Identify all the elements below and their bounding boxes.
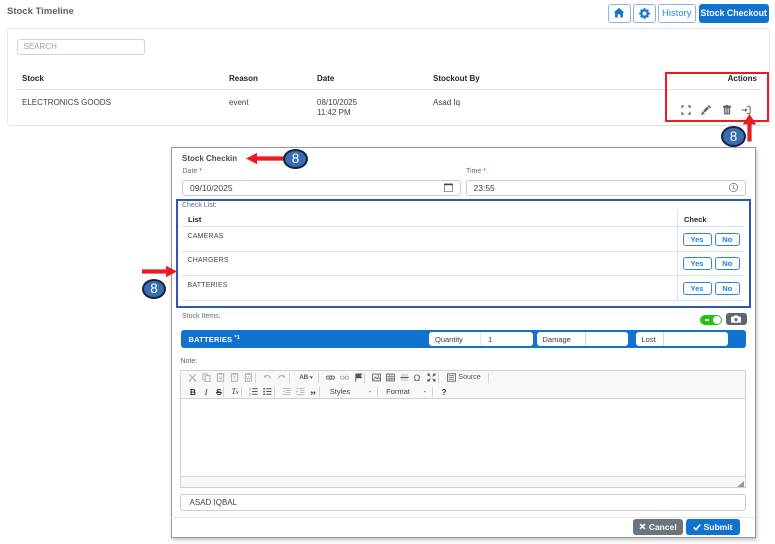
svg-text:2: 2 <box>249 393 251 396</box>
svg-text:1: 1 <box>249 387 251 391</box>
